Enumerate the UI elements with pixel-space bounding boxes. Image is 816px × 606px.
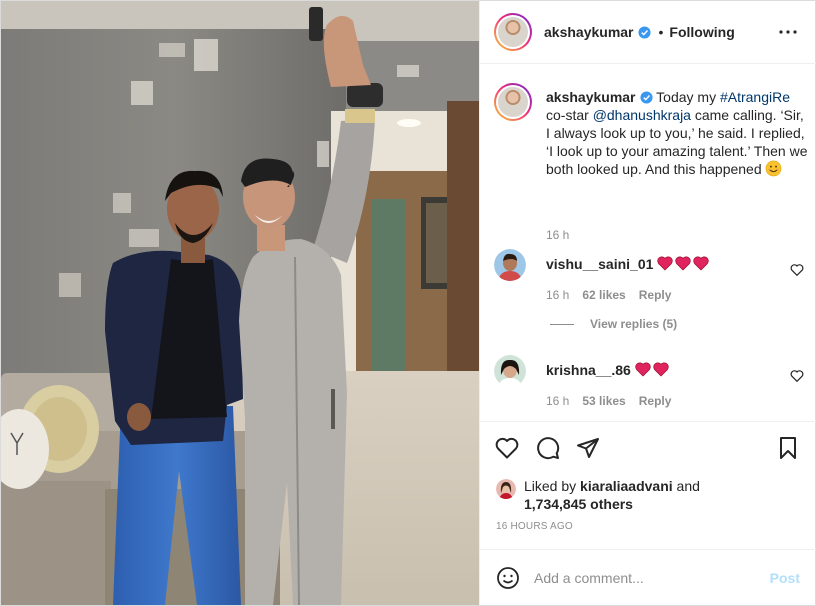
small-heart-icon[interactable] — [790, 369, 804, 383]
reply-button[interactable]: Reply — [639, 288, 672, 302]
red-heart-emoji-icon — [657, 256, 674, 271]
post-photo[interactable] — [1, 1, 479, 605]
others-likes-count[interactable]: 1,734,845 others — [524, 496, 633, 512]
caption-text: akshaykumar Today my #AtrangiRe co-star … — [546, 88, 808, 178]
liker-username[interactable]: kiaraliaadvani — [580, 478, 673, 494]
liker-avatar[interactable] — [496, 479, 516, 499]
post-age-timestamp[interactable]: 16 HOURS AGO — [496, 521, 573, 532]
post-actions: Liked by kiaraliaadvani and 1,734,845 oth… — [480, 421, 816, 569]
caption-author-username[interactable]: akshaykumar — [546, 89, 636, 105]
following-button[interactable]: Following — [669, 24, 734, 40]
author-avatar[interactable] — [494, 13, 532, 51]
paper-plane-icon[interactable] — [575, 435, 601, 461]
emoji-smile-icon[interactable] — [496, 566, 520, 590]
verified-badge-icon — [637, 25, 651, 39]
commenter-avatar[interactable] — [494, 355, 526, 387]
separator-dot: • — [658, 24, 664, 40]
author-username[interactable]: akshaykumar — [544, 24, 634, 40]
commenter-username[interactable]: vishu__saini_01 — [546, 256, 653, 272]
post-comment-button[interactable]: Post — [770, 570, 800, 586]
post-details-pane: akshaykumar • Following akshaykumar Toda… — [479, 1, 816, 605]
liked-by-and: and — [672, 478, 700, 494]
view-replies-label: View replies (5) — [590, 317, 678, 331]
verified-badge-icon — [639, 91, 653, 104]
hashtag-link[interactable]: #AtrangiRe — [720, 89, 790, 105]
more-options-icon[interactable] — [776, 20, 800, 44]
bookmark-icon[interactable] — [775, 435, 801, 461]
add-comment-input[interactable] — [534, 569, 770, 586]
caption-text-part-2: co-star — [546, 107, 593, 123]
red-hearts-emoji — [635, 362, 669, 377]
replies-divider-line — [550, 323, 574, 325]
comments-area[interactable]: akshaykumar Today my #AtrangiRe co-star … — [480, 65, 816, 421]
red-heart-emoji-icon — [635, 362, 651, 377]
comment-likes-count[interactable]: 62 likes — [582, 288, 625, 302]
comment-bubble-icon[interactable] — [535, 435, 561, 461]
add-comment-bar: Post — [480, 549, 816, 605]
red-hearts-emoji — [657, 256, 710, 271]
comment-likes-count[interactable]: 53 likes — [582, 394, 625, 408]
caption-author-avatar[interactable] — [494, 83, 532, 121]
commenter-username[interactable]: krishna__.86 — [546, 362, 631, 378]
post-header: akshaykumar • Following — [480, 1, 816, 64]
smiling-face-emoji-icon — [765, 160, 781, 177]
reply-button[interactable]: Reply — [639, 394, 672, 408]
small-heart-icon[interactable] — [790, 263, 804, 277]
red-heart-emoji-icon — [675, 256, 692, 271]
red-heart-emoji-icon — [653, 362, 669, 377]
mention-link[interactable]: @dhanushkraja — [593, 107, 691, 123]
liked-by-prefix: Liked by — [524, 478, 581, 494]
red-heart-emoji-icon — [693, 256, 710, 271]
heart-outline-icon[interactable] — [494, 435, 520, 461]
comment-timestamp[interactable]: 16 h — [546, 288, 569, 302]
likes-text: Liked by kiaraliaadvani and 1,734,845 oth… — [524, 477, 794, 513]
instagram-post-modal: akshaykumar • Following akshaykumar Toda… — [0, 0, 816, 606]
commenter-avatar[interactable] — [494, 249, 526, 281]
comment-timestamp[interactable]: 16 h — [546, 394, 569, 408]
caption-timestamp[interactable]: 16 h — [546, 228, 569, 242]
view-replies-button[interactable]: View replies (5) — [550, 317, 677, 331]
photo-illustration — [1, 1, 479, 605]
caption-text-part-1: Today my — [652, 89, 720, 105]
